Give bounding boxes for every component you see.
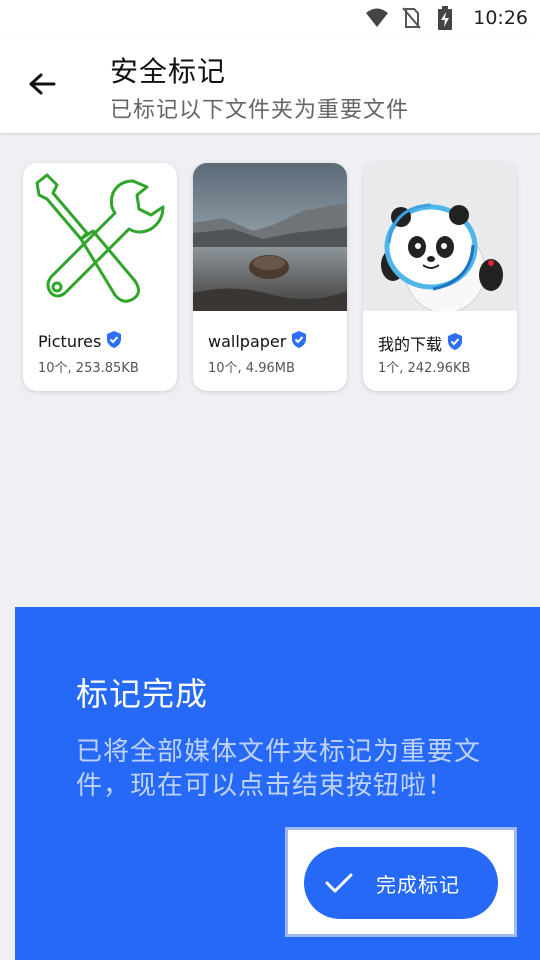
- status-bar: 10:26: [0, 0, 540, 36]
- battery-charging-icon: [433, 6, 457, 30]
- finish-marking-label: 完成标记: [376, 872, 460, 897]
- folder-card-pictures[interactable]: Pictures 10个, 253.85KB: [23, 163, 177, 391]
- arrow-back-icon: [28, 72, 56, 100]
- verified-badge-icon: [447, 332, 463, 354]
- folder-meta: 1个, 242.96KB: [378, 361, 471, 376]
- completion-sheet: 标记完成 已将全部媒体文件夹标记为重要文件，现在可以点击结束按钮啦！ 完成标记: [15, 607, 540, 960]
- screen: 10:26 安全标记 已标记以下文件夹为重要文件 Pictures 10个, 2…: [0, 0, 540, 960]
- back-button[interactable]: [22, 66, 62, 106]
- page-title: 安全标记: [110, 55, 227, 88]
- page-subtitle: 已标记以下文件夹为重要文件: [110, 98, 410, 123]
- folder-card-wallpaper[interactable]: wallpaper 10个, 4.96MB: [193, 163, 347, 391]
- folder-list: Pictures 10个, 253.85KB wallpaper 10个, 4.…: [23, 163, 517, 391]
- button-focus-frame: 完成标记: [285, 827, 517, 937]
- folder-card-downloads[interactable]: 我的下载 1个, 242.96KB: [363, 163, 517, 391]
- lake-photo: [193, 163, 347, 311]
- sheet-title: 标记完成: [76, 675, 209, 713]
- folder-name: wallpaper: [208, 331, 307, 352]
- folder-meta: 10个, 253.85KB: [38, 361, 139, 376]
- verified-badge-icon: [106, 331, 122, 352]
- mascot-photo: [363, 163, 517, 311]
- folder-meta: 10个, 4.96MB: [208, 361, 295, 376]
- verified-badge-icon: [291, 331, 307, 352]
- folder-name: 我的下载: [378, 331, 463, 355]
- tools-icon: [23, 163, 177, 311]
- app-header: 安全标记 已标记以下文件夹为重要文件: [0, 36, 540, 134]
- sheet-message: 已将全部媒体文件夹标记为重要文件，现在可以点击结束按钮啦！: [76, 737, 482, 801]
- no-sim-icon: [399, 6, 423, 30]
- finish-marking-button[interactable]: 完成标记: [304, 847, 498, 919]
- folder-name: Pictures: [38, 331, 122, 352]
- wifi-icon: [365, 6, 389, 30]
- status-time: 10:26: [473, 7, 528, 29]
- check-icon: [324, 867, 356, 899]
